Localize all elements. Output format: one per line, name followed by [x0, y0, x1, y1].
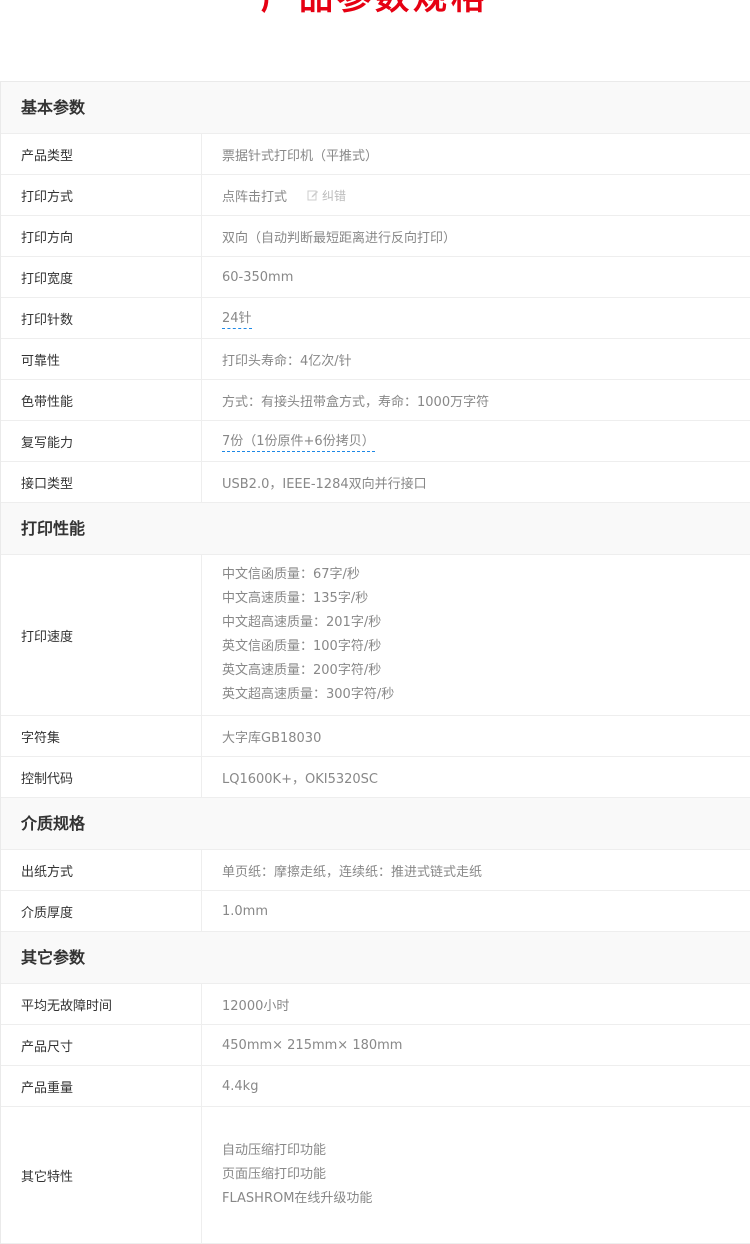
spec-value-line: 英文超高速质量：300字符/秒 [222, 687, 395, 702]
table-row: 产品尺寸 450mm× 215mm× 180mm [1, 1025, 750, 1066]
spec-name: 字符集 [1, 716, 202, 756]
table-row: 可靠性 打印头寿命：4亿次/针 [1, 339, 750, 380]
spec-value-line: 中文信函质量：67字/秒 [222, 567, 360, 582]
spec-value: 1.0mm [222, 903, 269, 919]
page-title: 产品参数规格 [0, 0, 750, 18]
spec-value-line: 自动压缩打印功能 [222, 1143, 327, 1158]
correction-link[interactable]: 纠错 [307, 187, 346, 204]
section-title-media: 介质规格 [1, 798, 750, 850]
spec-value-line: FLASHROM在线升级功能 [222, 1191, 373, 1206]
section-title-print-performance: 打印性能 [1, 503, 750, 555]
spec-value-link[interactable]: 24针 [222, 307, 252, 329]
spec-value-list: 中文信函质量：67字/秒 中文高速质量：135字/秒 中文超高速质量：201字/… [202, 555, 750, 715]
spec-value: 4.4kg [222, 1078, 259, 1094]
table-row: 控制代码 LQ1600K+，OKI5320SC [1, 757, 750, 798]
table-row: 产品重量 4.4kg [1, 1066, 750, 1107]
spec-name: 介质厚度 [1, 891, 202, 931]
spec-value-link[interactable]: 7份（1份原件+6份拷贝） [222, 430, 375, 452]
table-row: 打印针数 24针 [1, 298, 750, 339]
table-row: 打印速度 中文信函质量：67字/秒 中文高速质量：135字/秒 中文超高速质量：… [1, 555, 750, 716]
correction-label: 纠错 [322, 188, 347, 203]
spec-value: 大字库GB18030 [222, 730, 322, 746]
table-row: 色带性能 方式：有接头扭带盒方式，寿命：1000万字符 [1, 380, 750, 421]
table-row: 介质厚度 1.0mm [1, 891, 750, 932]
spec-value-cell: 7份（1份原件+6份拷贝） [202, 421, 750, 461]
spec-value: 单页纸：摩擦走纸，连续纸：推进式链式走纸 [222, 864, 483, 880]
spec-name: 控制代码 [1, 757, 202, 797]
spec-value-list: 自动压缩打印功能 页面压缩打印功能 FLASHROM在线升级功能 [202, 1107, 750, 1243]
spec-name: 出纸方式 [1, 850, 202, 890]
spec-name: 可靠性 [1, 339, 202, 379]
spec-value: 450mm× 215mm× 180mm [222, 1037, 403, 1053]
spec-name: 复写能力 [1, 421, 202, 461]
spec-name: 色带性能 [1, 380, 202, 420]
spec-name: 产品类型 [1, 134, 202, 174]
table-row: 字符集 大字库GB18030 [1, 716, 750, 757]
table-row: 其它特性 自动压缩打印功能 页面压缩打印功能 FLASHROM在线升级功能 [1, 1107, 750, 1244]
spec-name: 打印速度 [1, 555, 202, 715]
spec-value: 点阵击打式 [222, 189, 288, 205]
spec-value-cell: 点阵击打式 纠错 [202, 175, 750, 215]
spec-value-line: 页面压缩打印功能 [222, 1167, 327, 1182]
table-row: 平均无故障时间 12000小时 [1, 984, 750, 1025]
spec-value: LQ1600K+，OKI5320SC [222, 771, 378, 787]
table-row: 出纸方式 单页纸：摩擦走纸，连续纸：推进式链式走纸 [1, 850, 750, 891]
spec-table: 基本参数 产品类型 票据针式打印机（平推式） 打印方式 点阵击打式 纠错 打印方… [0, 81, 750, 1244]
table-row: 打印方式 点阵击打式 纠错 [1, 175, 750, 216]
section-title-other: 其它参数 [1, 932, 750, 984]
spec-value: 双向（自动判断最短距离进行反向打印） [222, 230, 457, 246]
spec-value-line: 中文超高速质量：201字/秒 [222, 615, 382, 630]
spec-value: 60-350mm [222, 269, 294, 285]
spec-value: 12000小时 [222, 998, 290, 1014]
spec-name: 打印宽度 [1, 257, 202, 297]
spec-value: 票据针式打印机（平推式） [222, 148, 379, 164]
table-row: 产品类型 票据针式打印机（平推式） [1, 134, 750, 175]
spec-name: 打印方式 [1, 175, 202, 215]
table-row: 复写能力 7份（1份原件+6份拷贝） [1, 421, 750, 462]
spec-value: 方式：有接头扭带盒方式，寿命：1000万字符 [222, 394, 490, 410]
spec-value: 打印头寿命：4亿次/针 [222, 353, 352, 369]
spec-value-line: 英文信函质量：100字符/秒 [222, 639, 382, 654]
spec-value-line: 英文高速质量：200字符/秒 [222, 663, 382, 678]
section-title-basic: 基本参数 [1, 82, 750, 134]
spec-name: 打印针数 [1, 298, 202, 338]
table-row: 打印宽度 60-350mm [1, 257, 750, 298]
spec-name: 产品重量 [1, 1066, 202, 1106]
table-row: 打印方向 双向（自动判断最短距离进行反向打印） [1, 216, 750, 257]
spec-name: 产品尺寸 [1, 1025, 202, 1065]
spec-value-cell: 24针 [202, 298, 750, 338]
spec-name: 打印方向 [1, 216, 202, 256]
spec-name: 平均无故障时间 [1, 984, 202, 1024]
spec-name: 其它特性 [1, 1107, 202, 1243]
spec-name: 接口类型 [1, 462, 202, 502]
table-row: 接口类型 USB2.0，IEEE-1284双向并行接口 [1, 462, 750, 503]
spec-value: USB2.0，IEEE-1284双向并行接口 [222, 476, 427, 492]
edit-icon [307, 190, 319, 201]
spec-value-line: 中文高速质量：135字/秒 [222, 591, 369, 606]
